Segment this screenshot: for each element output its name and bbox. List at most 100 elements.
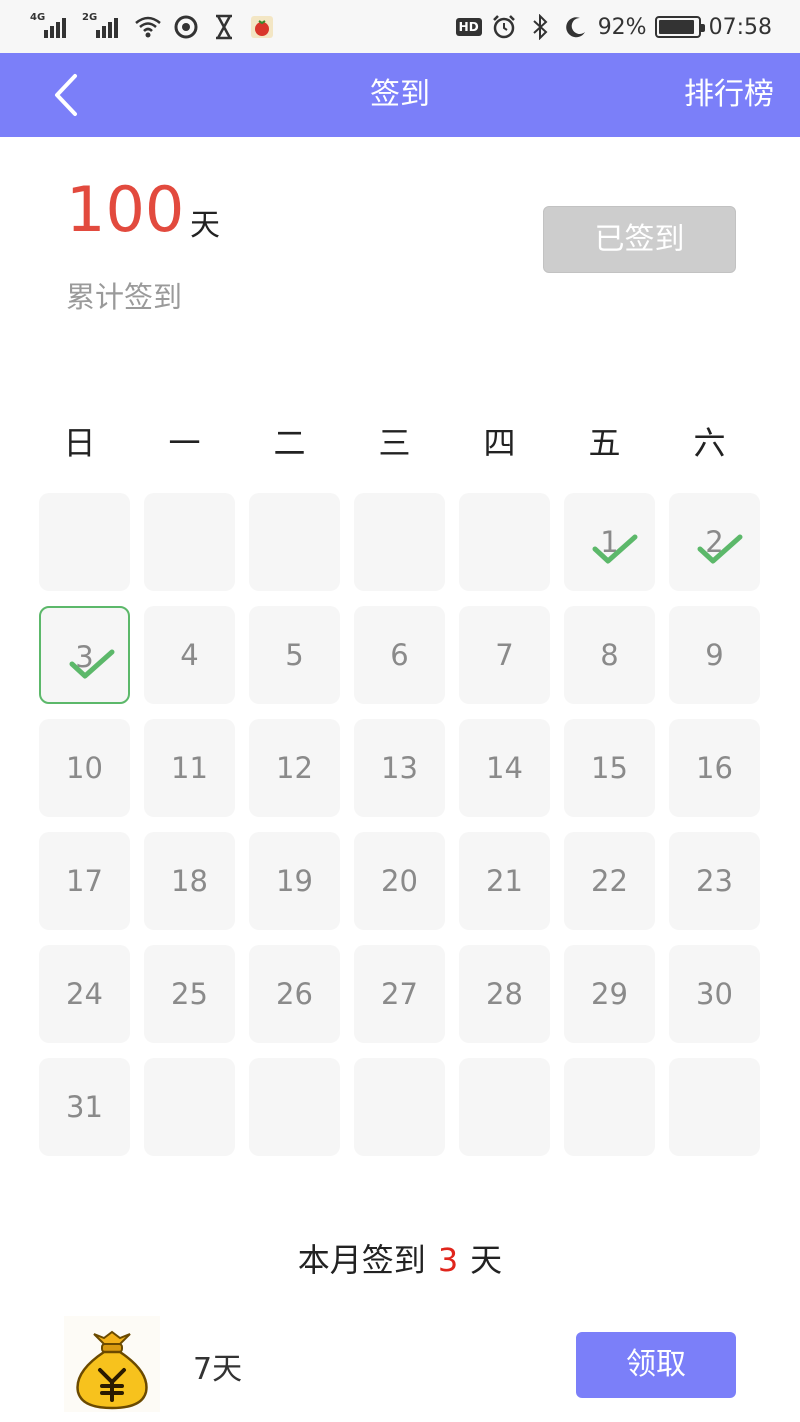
total-signin-unit: 天 (190, 208, 220, 243)
title-bar: 签到 排行榜 (0, 53, 800, 137)
calendar-empty-cell (669, 1058, 760, 1156)
day-number: 30 (696, 977, 733, 1011)
battery-icon (654, 16, 705, 38)
claim-button[interactable]: 领取 (576, 1332, 736, 1398)
weekday-label: 三 (378, 424, 411, 462)
status-right: HD 92% 07:58 (455, 10, 772, 44)
calendar-day[interactable]: 10 (39, 719, 130, 817)
calendar-day[interactable]: 13 (354, 719, 445, 817)
month-signin-count: 3 (437, 1241, 459, 1279)
calendar-empty-cell (249, 1058, 340, 1156)
wifi-icon (134, 13, 162, 41)
status-bar: 4G 2G HD 92% 07:58 (0, 0, 800, 53)
bluetooth-icon (526, 13, 554, 41)
calendar-day[interactable]: 8 (564, 606, 655, 704)
calendar-day[interactable]: 3 (39, 606, 130, 704)
calendar-empty-cell (564, 1058, 655, 1156)
day-number: 13 (381, 751, 418, 785)
day-number: 5 (285, 638, 304, 672)
checkmark-icon (592, 533, 638, 565)
calendar-day[interactable]: 23 (669, 832, 760, 930)
signal-1-type: 4G (30, 12, 46, 23)
calendar-day[interactable]: 9 (669, 606, 760, 704)
day-number: 7 (495, 638, 514, 672)
calendar-day[interactable]: 24 (39, 945, 130, 1043)
day-number: 28 (486, 977, 523, 1011)
day-number: 17 (66, 864, 103, 898)
tomato-app-icon (248, 13, 276, 41)
day-number: 11 (171, 751, 208, 785)
weekday-label: 五 (588, 424, 621, 462)
cell-signal-2-icon: 2G (82, 12, 124, 42)
hd-badge: HD (455, 18, 482, 36)
calendar-day[interactable]: 11 (144, 719, 235, 817)
day-number: 25 (171, 977, 208, 1011)
day-number: 29 (591, 977, 628, 1011)
day-number: 18 (171, 864, 208, 898)
hourglass-icon (210, 13, 238, 41)
weekday-label: 日 (63, 424, 96, 462)
calendar-day[interactable]: 12 (249, 719, 340, 817)
cell-signal-1-icon: 4G (30, 12, 72, 42)
day-number: 4 (180, 638, 199, 672)
calendar-empty-cell (354, 1058, 445, 1156)
app-notification-icon (172, 13, 200, 41)
checkmark-icon (697, 533, 743, 565)
day-number: 26 (276, 977, 313, 1011)
calendar-day[interactable]: 17 (39, 832, 130, 930)
day-number: 9 (705, 638, 724, 672)
calendar-empty-cell (459, 1058, 550, 1156)
calendar-day[interactable]: 20 (354, 832, 445, 930)
day-number: 24 (66, 977, 103, 1011)
month-summary-prefix: 本月签到 (297, 1241, 426, 1279)
day-number: 19 (276, 864, 313, 898)
weekday-label: 二 (273, 424, 306, 462)
day-number: 23 (696, 864, 733, 898)
calendar-day[interactable]: 22 (564, 832, 655, 930)
calendar-day[interactable]: 25 (144, 945, 235, 1043)
total-signin-label: 累计签到 (66, 280, 183, 314)
calendar-empty-cell (249, 493, 340, 591)
calendar-day[interactable]: 5 (249, 606, 340, 704)
leaderboard-link[interactable]: 排行榜 (684, 53, 774, 137)
calendar-day[interactable]: 26 (249, 945, 340, 1043)
clock: 07:58 (708, 14, 772, 40)
reward-label: 7天 (193, 1352, 243, 1387)
day-number: 31 (66, 1090, 103, 1124)
calendar-empty-cell (144, 493, 235, 591)
calendar-day[interactable]: 29 (564, 945, 655, 1043)
alarm-icon (490, 13, 518, 41)
signal-2-type: 2G (82, 12, 98, 23)
day-number: 20 (381, 864, 418, 898)
status-left: 4G 2G (30, 10, 276, 44)
page-title: 签到 (370, 77, 430, 112)
checkmark-icon (69, 648, 115, 680)
weekday-label: 四 (483, 424, 516, 462)
calendar-empty-cell (459, 493, 550, 591)
calendar-day[interactable]: 7 (459, 606, 550, 704)
battery-percent: 92% (597, 14, 647, 40)
weekday-header: 日一二三四五六 (32, 418, 768, 468)
calendar-day[interactable]: 27 (354, 945, 445, 1043)
calendar-day[interactable]: 6 (354, 606, 445, 704)
calendar-day[interactable]: 21 (459, 832, 550, 930)
day-number: 14 (486, 751, 523, 785)
calendar-day[interactable]: 30 (669, 945, 760, 1043)
calendar-day[interactable]: 1 (564, 493, 655, 591)
calendar-day[interactable]: 28 (459, 945, 550, 1043)
calendar-day[interactable]: 4 (144, 606, 235, 704)
signed-in-button[interactable]: 已签到 (543, 206, 736, 273)
total-signin-count: 100 (66, 173, 185, 246)
calendar-day[interactable]: 14 (459, 719, 550, 817)
calendar-day[interactable]: 18 (144, 832, 235, 930)
day-number: 10 (66, 751, 103, 785)
month-summary-suffix: 天 (470, 1241, 503, 1279)
calendar-day[interactable]: 15 (564, 719, 655, 817)
day-number: 8 (600, 638, 619, 672)
calendar-empty-cell (39, 493, 130, 591)
moon-icon (562, 13, 590, 41)
calendar-day[interactable]: 16 (669, 719, 760, 817)
calendar-day[interactable]: 31 (39, 1058, 130, 1156)
calendar-day[interactable]: 19 (249, 832, 340, 930)
calendar-day[interactable]: 2 (669, 493, 760, 591)
